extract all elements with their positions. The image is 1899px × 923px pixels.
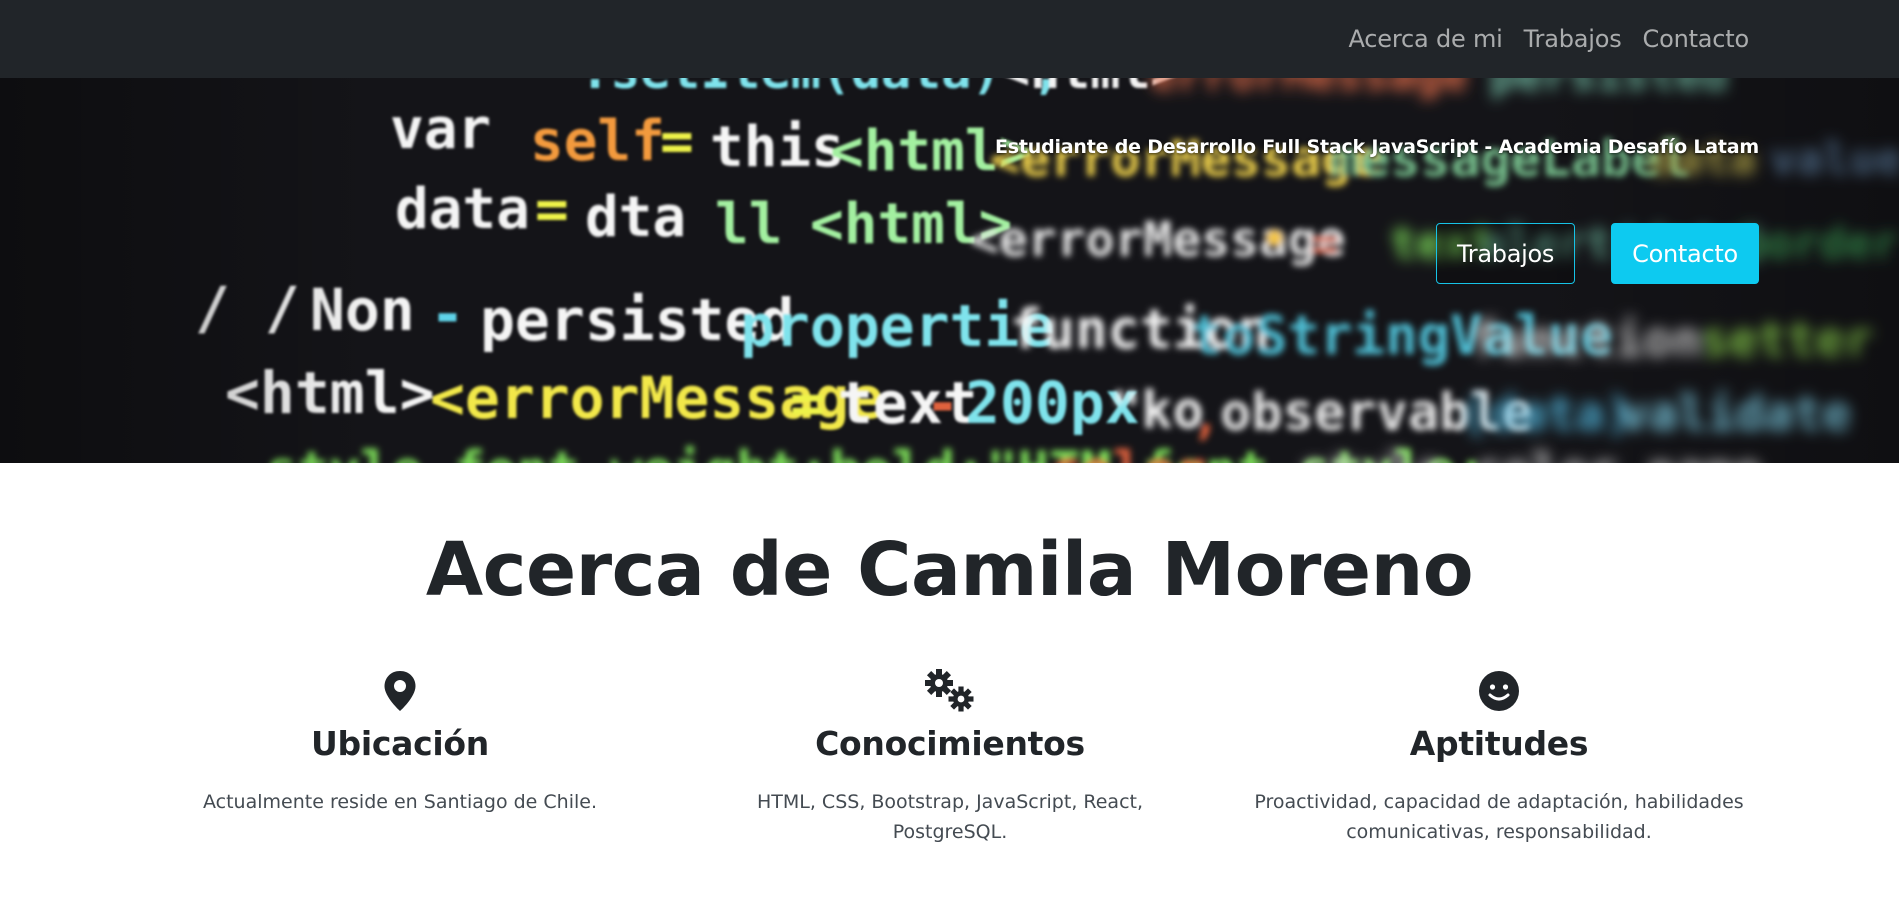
hero-buttons: Trabajos Contacto	[1436, 223, 1759, 284]
navbar: Acerca de mi Trabajos Contacto	[0, 0, 1899, 78]
works-button[interactable]: Trabajos	[1436, 223, 1575, 284]
feature-knowledge: Conocimientos HTML, CSS, Bootstrap, Java…	[700, 668, 1200, 847]
feature-location: Ubicación Actualmente reside en Santiago…	[150, 668, 650, 817]
about-title: Acerca de Camila Moreno	[425, 527, 1474, 613]
nav-link-works[interactable]: Trabajos	[1524, 25, 1622, 53]
gears-icon	[700, 668, 1200, 714]
feature-skills-text: Proactividad, capacidad de adaptación, h…	[1254, 791, 1744, 843]
feature-skills-title: Aptitudes	[1409, 724, 1589, 763]
feature-knowledge-text: HTML, CSS, Bootstrap, JavaScript, React,…	[756, 791, 1144, 843]
nav-link-about[interactable]: Acerca de mi	[1349, 25, 1503, 53]
nav-link-contact[interactable]: Contacto	[1643, 25, 1750, 53]
nav-links: Acerca de mi Trabajos Contacto	[1349, 0, 1750, 78]
contact-button[interactable]: Contacto	[1611, 223, 1759, 284]
hero-subtitle: Estudiante de Desarrollo Full Stack Java…	[994, 136, 1759, 158]
smile-icon	[1249, 668, 1749, 714]
feature-location-text: Actualmente reside en Santiago de Chile.	[203, 791, 597, 813]
feature-knowledge-title: Conocimientos	[815, 724, 1085, 763]
map-marker-icon	[150, 668, 650, 714]
feature-skills: Aptitudes Proactividad, capacidad de ada…	[1249, 668, 1749, 847]
hero-banner: .setItem(data) ; <html> errorMessage per…	[0, 78, 1899, 463]
feature-location-title: Ubicación	[311, 724, 489, 763]
